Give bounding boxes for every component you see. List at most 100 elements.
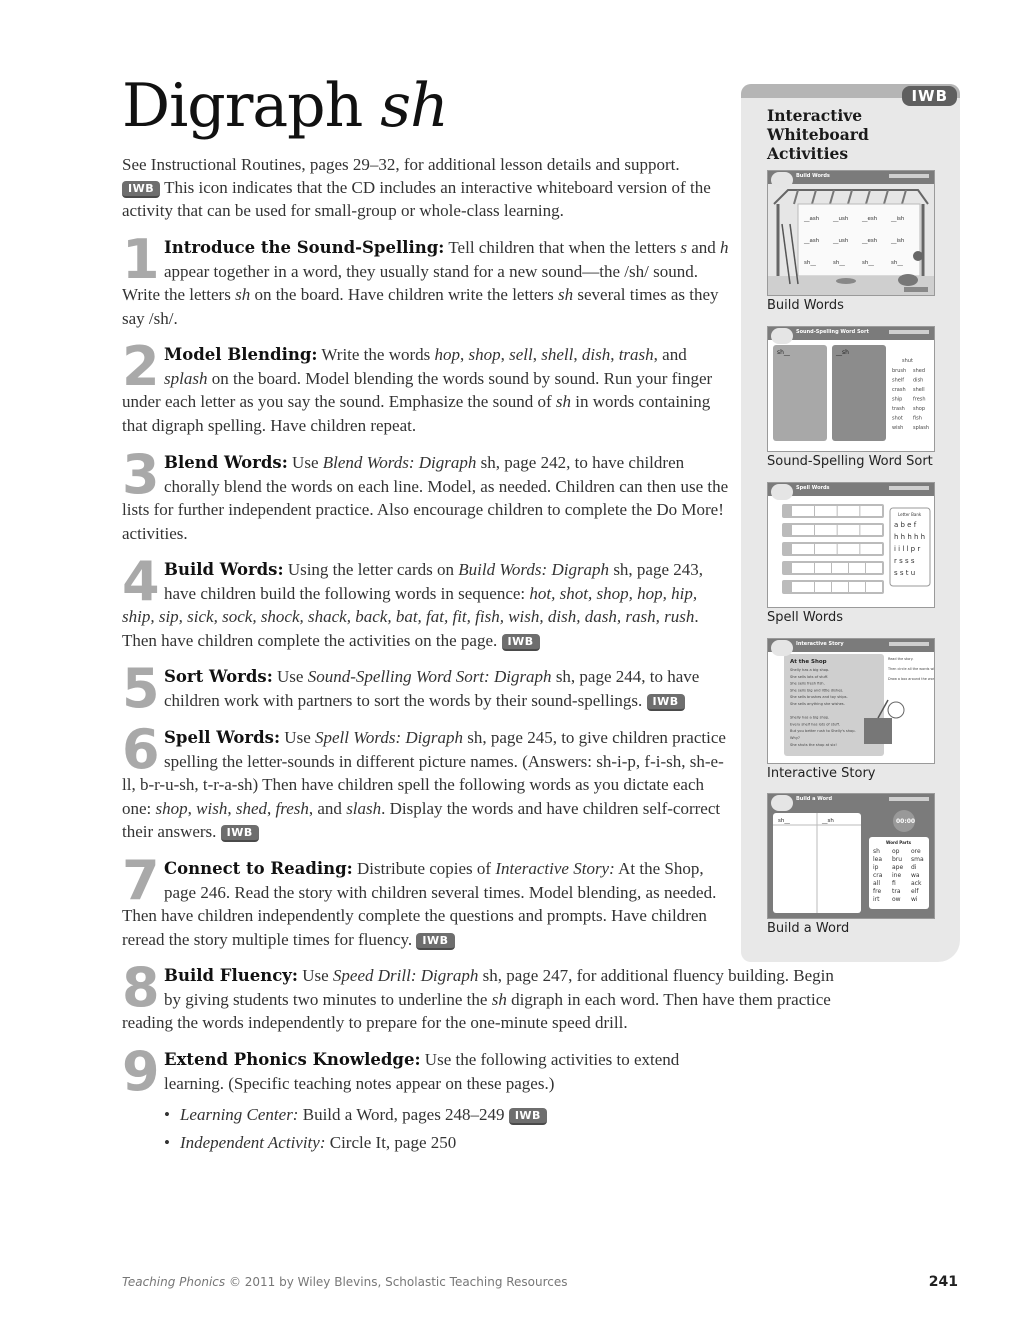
thumb-header: Interactive Story [768,639,934,656]
step-text: dish [581,345,611,364]
step-heading: Introduce the Sound-Spelling: [164,238,445,257]
sort-word: splash [913,425,929,431]
thumbnail-interactive-story[interactable]: Interactive Story At the Shop Shelly has… [767,638,935,764]
thumb-caption: Sound-Spelling Word Sort [767,454,933,469]
lesson-step: 4 Build Words: Using the letter cards on … [122,555,732,652]
word-blank: sh__ [833,260,845,266]
scholastic-logo [889,642,929,646]
word-part: wa [911,872,920,879]
letter-box [837,525,860,535]
thumbnail-build-words[interactable]: Build Words __ash __ush __esh __ish __ash __u… [767,170,935,296]
sort-word: dish [913,378,923,384]
thumbnail-word-sort[interactable]: Sound-Spelling Word Sort sh__ __sh shut b… [767,326,935,452]
sidebar-heading-line: Whiteboard [767,125,869,144]
word-part: sma [911,856,924,863]
iwb-badge-icon: IWB [508,1108,547,1126]
iwb-tab-icon: IWB [902,86,957,106]
thumbnail-build-a-word[interactable]: Build a Word sh__ __sh 00:00 Word Parts … [767,793,935,919]
activity-text: Circle It, page 250 [325,1133,457,1153]
letter-bank-row: r s s s [894,557,915,565]
step-text: Distribute copies of [352,859,496,878]
word-part: lea [873,856,882,863]
step-text: , [187,798,197,818]
footer-copyright: Teaching Phonics © 2011 by Wiley Blevins… [122,1275,568,1289]
story-line: She sells anything she wishes. [790,702,845,706]
letter-bank-title: Letter Bank [898,512,922,517]
sort-word: shut [902,358,913,364]
activity-label: Independent Activity: [179,1133,326,1153]
step-text: on the board. Have children write the le… [250,285,558,305]
word-part: sh [873,848,880,855]
letter-box [832,563,848,573]
step-number: 5 [122,657,160,720]
word-part: elf [911,888,919,895]
step-text: Write the words [317,345,435,364]
sort-col-label: sh__ [777,349,791,356]
sort-word: shell [913,387,925,393]
word-part: op [892,848,900,855]
picture-box [792,506,814,516]
story-prompt: Read the story. [888,657,913,661]
word-blank: __ish [890,216,905,222]
word-part: cra [873,872,883,879]
word-part: ip [873,864,879,871]
step-text: , [267,798,276,818]
step-text: fresh [275,798,309,818]
story-line: She sells lots of stuff. [790,675,828,679]
word-part: wi [911,896,918,903]
lesson-step: 8 Build Fluency: Use Speed Drill: Digraph… [122,956,847,1035]
iwb-badge-icon: IWB [646,693,685,711]
letter-box [860,525,882,535]
sort-word: ship [892,397,902,403]
book-title: Teaching Phonics [122,1275,226,1289]
sidebar-heading-line: Interactive [767,106,863,125]
story-title: At the Shop [790,659,827,665]
step-text: Using the letter cards on [283,560,459,579]
sort-word: shot [892,416,903,422]
scholastic-logo [889,174,929,178]
lesson-step: 3 Blend Words: Use Blend Words: Digraph s… [122,448,732,545]
word-part: fre [873,888,881,895]
letter-box [832,582,848,592]
letter-bank-row: a b e f [894,521,917,529]
step-text: sh [491,989,507,1009]
step-text: Blend Words: Digraph [322,453,477,472]
word-blank: sh__ [891,260,903,266]
picture-box [792,525,814,535]
word-blank: sh__ [804,260,816,266]
letter-box [837,506,860,516]
story-screen: At the Shop Shelly has a big shop. She se… [784,654,934,756]
thumb-caption: Build Words [767,298,844,313]
step-text: shop [155,798,188,818]
story-line: Shelly has a big shop. [790,716,829,720]
word-part: di [911,864,917,871]
word-part: ack [911,880,922,887]
word-part: bru [892,856,902,863]
word-part: ow [892,896,901,903]
copyright-text: © 2011 by Wiley Blevins, Scholastic Teac… [225,1275,568,1289]
timer: 00:00 [896,818,915,825]
page-number: 241 [928,1274,958,1290]
baw-col-label: __sh [821,818,834,824]
sort-word: shed [913,368,925,374]
story-line: She shuts the shop at six! [790,743,837,747]
thumbnail-spell-words[interactable]: Spell Words Letter Bank a b e f h h h h h… [767,482,935,608]
iwb-badge-icon: IWB [501,633,540,651]
thumb-header: Build a Word [768,794,934,811]
step-text: sh [235,285,251,305]
step-text: Sound-Spelling Word Sort: Digraph [307,667,552,686]
thumb-caption: Spell Words [767,610,844,625]
scholastic-logo [889,797,929,801]
step-number: 8 [122,956,160,1019]
word-part: ore [911,848,921,855]
step-heading: Connect to Reading: [164,859,353,878]
letter-box [815,525,837,535]
step-text: Use [287,453,323,472]
story-prompt: Then circle all the words with sh. [887,667,934,671]
word-blank: __ush [832,216,849,222]
thumb-title: Build Words [796,173,830,179]
letter-bank-row: i i l l p r [894,545,920,553]
sort-word: crash [892,387,906,393]
thumb-header: Spell Words [768,483,934,500]
story-line: Every shelf has lots of stuff. [790,722,840,726]
